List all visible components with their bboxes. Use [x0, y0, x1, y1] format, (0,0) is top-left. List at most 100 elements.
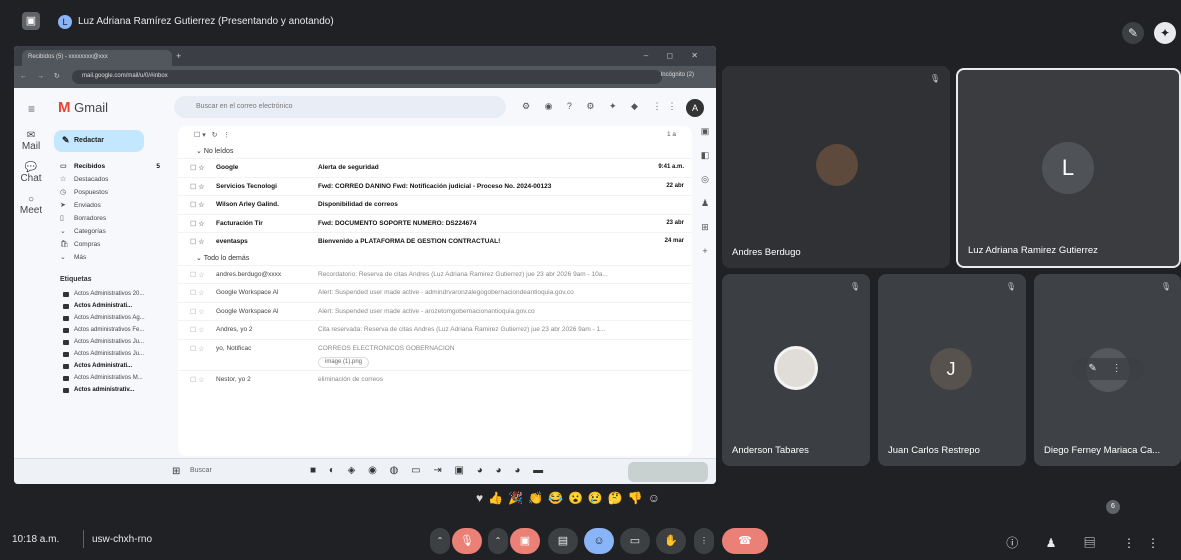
- emoji-button[interactable]: ☺: [584, 528, 614, 554]
- table-row[interactable]: ☐ ☆ Google Workspace Al Alert: Suspended u…: [178, 283, 692, 302]
- participant-tile[interactable]: 🎙 ✎ ⋮ Diego Ferney Mariaca Ca...: [1034, 274, 1181, 466]
- rail-item[interactable]: ○ Meet: [14, 194, 48, 216]
- captions-button[interactable]: ▤: [548, 528, 578, 554]
- raise-hand-button[interactable]: ✋: [656, 528, 686, 554]
- participant-tile[interactable]: 🎙 Andres Berdugo: [722, 66, 950, 268]
- compose-button[interactable]: ✎ Redactar: [54, 130, 144, 152]
- tile-options-icon[interactable]: ✎ ⋮: [1072, 358, 1144, 380]
- window-controls[interactable]: – ◻ ✕: [644, 51, 706, 60]
- table-row[interactable]: ☐ ☆ yo, Notificac CORREOS ELECTRONICOS GOB…: [178, 338, 692, 358]
- incognito-badge[interactable]: Incógnito (2): [661, 72, 694, 78]
- label-item[interactable]: Actos administrativos Fe...: [48, 325, 178, 337]
- label-item[interactable]: Actos Administrativos Ju...: [48, 337, 178, 349]
- reaction-emoji[interactable]: ☺: [648, 491, 665, 505]
- contacts-icon[interactable]: ♟: [694, 198, 716, 209]
- section-rest[interactable]: ⌄ Todo lo demás: [178, 251, 692, 265]
- more-options-icon[interactable]: ⋮: [694, 528, 714, 554]
- address-bar[interactable]: mail.google.com/mail/u/0/#inbox: [72, 70, 662, 84]
- leave-call-button[interactable]: ☎: [722, 528, 768, 554]
- nav-item[interactable]: ▯ Borradores: [48, 212, 178, 225]
- table-row[interactable]: ☐ ☆ eventasps Bienvenido a PLATAFORMA DE G…: [178, 232, 692, 251]
- meet-side-controls[interactable]: ⓘ ♟ ▤ ⋮⋮: [1006, 534, 1171, 551]
- annotation-pen-icon[interactable]: ✎: [1122, 22, 1144, 44]
- row-checkbox[interactable]: ☐ ☆: [190, 183, 205, 191]
- participant-tile[interactable]: 🎙 Anderson Tabares: [722, 274, 870, 466]
- row-checkbox[interactable]: ☐ ☆: [190, 289, 205, 297]
- taskbar-tray[interactable]: [628, 462, 708, 482]
- reaction-emoji[interactable]: 🎉: [508, 491, 528, 505]
- keep-icon[interactable]: ◧: [694, 150, 716, 161]
- reaction-bar[interactable]: ♥👍🎉👏😂😮😢🤔👎☺: [476, 491, 665, 505]
- nav-item[interactable]: ◷ Pospuestos: [48, 186, 178, 199]
- rail-label: Chat: [20, 173, 42, 184]
- reaction-emoji[interactable]: 😢: [588, 491, 608, 505]
- reaction-emoji[interactable]: 👍: [488, 491, 508, 505]
- menu-icon[interactable]: ≡: [28, 102, 35, 116]
- gmail-logo[interactable]: M Gmail: [58, 99, 108, 116]
- label-item[interactable]: Actos Administrativos M...: [48, 373, 178, 385]
- row-checkbox[interactable]: ☐ ☆: [190, 201, 205, 209]
- taskbar-search[interactable]: Buscar: [190, 467, 212, 474]
- nav-item[interactable]: ⌄ Categorías: [48, 225, 178, 238]
- reaction-emoji[interactable]: 👏: [528, 491, 548, 505]
- row-checkbox[interactable]: ☐ ☆: [190, 238, 205, 246]
- nav-item[interactable]: ⌄ Más: [48, 251, 178, 264]
- tasks-icon[interactable]: ◎: [694, 174, 716, 185]
- addon-icon[interactable]: ⊞: [694, 222, 716, 233]
- reaction-emoji[interactable]: ♥: [476, 491, 488, 505]
- mic-options-icon[interactable]: ⌃: [430, 528, 450, 554]
- table-row[interactable]: ☐ ☆ andres.berdugo@xxxx Recordatorio: Rese…: [178, 264, 692, 284]
- table-row[interactable]: ☐ ☆ Google Workspace Al Alert: Suspended u…: [178, 301, 692, 321]
- calendar-icon[interactable]: ▣: [694, 126, 716, 137]
- label-item[interactable]: Actos Administrativos Ju...: [48, 349, 178, 361]
- label-item[interactable]: Actos Administrati...: [48, 361, 178, 373]
- rail-item[interactable]: 💬 Chat: [14, 162, 48, 184]
- attachment-chip[interactable]: image (1).png: [318, 357, 370, 368]
- rail-item[interactable]: ✉ Mail: [14, 130, 48, 152]
- row-checkbox[interactable]: ☐ ☆: [190, 326, 205, 334]
- new-tab-icon[interactable]: +: [176, 51, 181, 61]
- account-avatar[interactable]: A: [686, 99, 704, 117]
- table-row[interactable]: ☐ ☆ Nestor, yo 2 eliminación de correos: [178, 370, 692, 389]
- add-addon-icon[interactable]: +: [694, 246, 716, 256]
- table-row[interactable]: ☐ ☆ Wilson Arley Galind. Disponibilidad de…: [178, 195, 692, 214]
- label-item[interactable]: Actos Administrati...: [48, 301, 178, 313]
- nav-item[interactable]: ▭ Recibidos 5: [48, 160, 178, 173]
- search-input[interactable]: Buscar en el correo electrónico: [174, 96, 506, 118]
- row-checkbox[interactable]: ☐ ☆: [190, 376, 205, 384]
- row-checkbox[interactable]: ☐ ☆: [190, 308, 205, 316]
- reaction-emoji[interactable]: 🤔: [608, 491, 628, 505]
- camera-options-icon[interactable]: ⌃: [488, 528, 508, 554]
- participant-tile[interactable]: 🎙 J Diego Ferney Mariaca Ca... Juan Carl…: [878, 274, 1026, 466]
- gemini-icon[interactable]: ✦: [1154, 22, 1176, 44]
- nav-item[interactable]: ☆ Destacados: [48, 173, 178, 186]
- row-checkbox[interactable]: ☐ ☆: [190, 164, 205, 172]
- reaction-emoji[interactable]: 👎: [628, 491, 648, 505]
- table-row[interactable]: ☐ ☆ Google Alerta de seguridad 9:41 a.m.: [178, 158, 692, 177]
- table-row[interactable]: ☐ ☆ Servicios Tecnologi Fwd: CORREO DAÑINO…: [178, 176, 692, 196]
- reaction-emoji[interactable]: 😮: [568, 491, 588, 505]
- label-item[interactable]: Actos Administrativos 20...: [48, 289, 178, 301]
- nav-item[interactable]: ➤ Enviados: [48, 199, 178, 212]
- mic-off-icon: 🎙: [929, 74, 940, 83]
- list-toolbar[interactable]: ☐ ▾ ↻ ⋮ 1 a: [178, 126, 692, 144]
- label-item[interactable]: Actos Administrativos Ag...: [48, 313, 178, 325]
- table-row[interactable]: ☐ ☆ Andres, yo 2 Cita reservada: Reserva d…: [178, 320, 692, 339]
- taskbar-apps[interactable]: ■ ◐ ◈ ◉ ◍ ▭ ⇥ ▣ ◕ ◕ ◕ ▬: [310, 465, 548, 476]
- participant-tile[interactable]: L Luz Adriana Ramirez Gutierrez: [956, 68, 1181, 268]
- present-button[interactable]: ▭: [620, 528, 650, 554]
- label-item[interactable]: Actos administrativ...: [48, 385, 178, 397]
- mic-off-button[interactable]: 🎙: [452, 528, 482, 554]
- row-checkbox[interactable]: ☐ ☆: [190, 220, 205, 228]
- browser-tab[interactable]: Recibidos (5) - xxxxxxxx@xxx: [22, 50, 172, 66]
- gmail-header-icons[interactable]: ⚙ ◉ ? ⚙ ✦ ◆ ⋮⋮ ⌗: [522, 101, 702, 112]
- camera-off-button[interactable]: ▣: [510, 528, 540, 554]
- nav-item[interactable]: 🛍 Compras: [48, 238, 178, 251]
- browser-nav-icons[interactable]: ← → ↻: [20, 72, 64, 80]
- row-checkbox[interactable]: ☐ ☆: [190, 345, 205, 353]
- section-unread[interactable]: ⌄ No leídos: [178, 144, 692, 158]
- start-icon[interactable]: ⊞: [172, 466, 180, 477]
- reaction-emoji[interactable]: 😂: [548, 491, 568, 505]
- row-checkbox[interactable]: ☐ ☆: [190, 271, 205, 279]
- table-row[interactable]: ☐ ☆ Facturación Tir Fwd: DOCUMENTO SOPORTE…: [178, 213, 692, 233]
